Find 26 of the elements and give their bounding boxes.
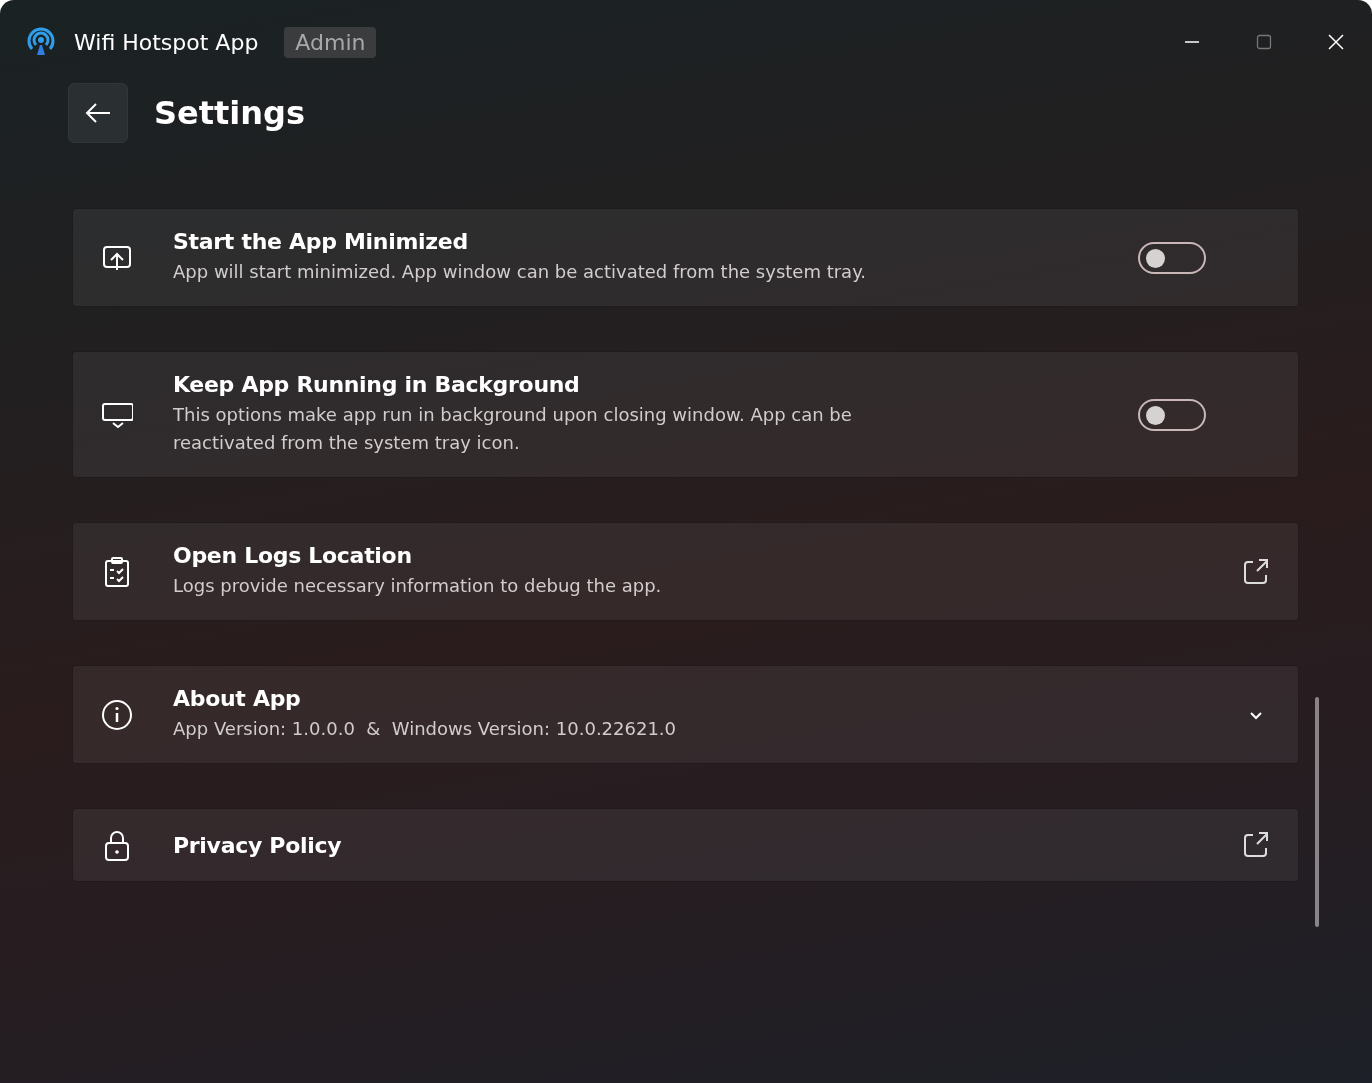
back-button[interactable] [68, 83, 128, 143]
maximize-icon [1255, 33, 1273, 51]
info-icon [101, 698, 133, 731]
setting-title: Start the App Minimized [173, 229, 469, 254]
setting-card[interactable]: Start the App Minimized App will start minimized. App window can be activated from the system tray. [72, 208, 1299, 307]
setting-card[interactable]: Open Logs Location Logs provide necessary information to debug the app. [72, 522, 1299, 621]
close-icon [1327, 33, 1345, 51]
hotspot-logo-icon [26, 27, 56, 57]
setting-description: App Version: 1.0.0.0 & Windows Version: 10.0.22621.0 [173, 717, 678, 741]
toggle-switch[interactable] [1138, 398, 1206, 431]
setting-card[interactable]: Keep App Running in Background This options make app run in background upon closing window. App can be reactivated from the system tray icon. [72, 351, 1299, 478]
setting-title: Keep App Running in Background [173, 372, 581, 397]
page-title: Settings [154, 94, 306, 132]
setting-title: Privacy Policy [173, 832, 343, 858]
setting-title: Open Logs Location [173, 543, 413, 568]
setting-description: This options make app run in background upon closing window. App can be reactivated from the system tray icon. [173, 403, 853, 455]
minimize-icon [1185, 41, 1199, 43]
app-title: Wifi Hotspot App [74, 29, 259, 55]
toggle-switch[interactable] [1138, 241, 1206, 274]
setting-title: About App [173, 686, 302, 711]
setting-description: App will start minimized. App window can be activated from the system tray. [173, 260, 867, 284]
setting-card[interactable]: About App App Version: 1.0.0.0 & Windows Version: 10.0.22621.0 [72, 665, 1299, 764]
setting-card[interactable]: Privacy Policy [72, 808, 1299, 882]
admin-badge: Admin [284, 26, 377, 58]
scrollbar[interactable] [1315, 697, 1319, 927]
setting-description: Logs provide necessary information to debug the app. [173, 574, 663, 598]
